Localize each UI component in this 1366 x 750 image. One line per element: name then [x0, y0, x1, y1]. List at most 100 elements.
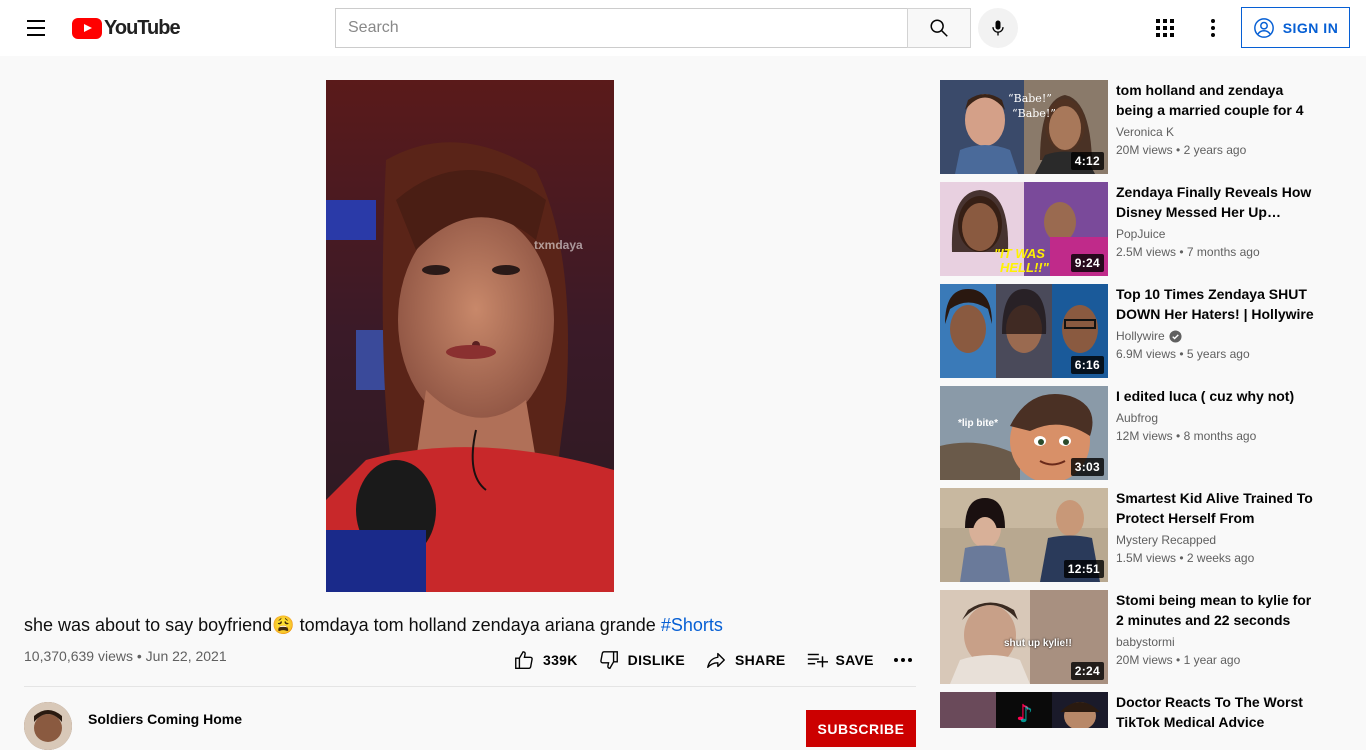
- rec-views: 20M views: [1116, 653, 1173, 667]
- dislike-button[interactable]: DISLIKE: [588, 642, 695, 678]
- thumbnail-caption: "IT WAS: [994, 246, 1045, 261]
- channel-label: PopJuice: [1116, 227, 1166, 241]
- share-button[interactable]: SHARE: [695, 642, 796, 678]
- channel-label: Aubfrog: [1116, 411, 1159, 425]
- rec-views: 20M views: [1116, 143, 1173, 157]
- recommendation-channel[interactable]: Mystery Recapped: [1116, 533, 1216, 547]
- channel-name[interactable]: Soldiers Coming Home: [88, 711, 242, 727]
- rec-age: 8 months ago: [1183, 429, 1257, 443]
- menu-icon[interactable]: [16, 8, 56, 48]
- share-arrow-icon: [707, 652, 725, 669]
- more-horizontal-icon: [893, 658, 912, 662]
- rec-views: 6.9M views: [1116, 347, 1177, 361]
- video-duration: 2:24: [1070, 662, 1104, 680]
- verified-badge-icon: [1169, 329, 1182, 343]
- more-vertical-icon: [1211, 19, 1215, 37]
- more-actions-button[interactable]: [884, 642, 922, 678]
- recommendation-title[interactable]: Top 10 Times Zendaya SHUT DOWN Her Hater…: [1116, 284, 1320, 324]
- youtube-play-icon: [72, 17, 102, 39]
- recommendation-title[interactable]: Doctor Reacts To The Worst TikTok Medica…: [1116, 692, 1320, 732]
- voice-search-button[interactable]: [978, 8, 1018, 48]
- video-duration: 3:03: [1070, 458, 1104, 476]
- svg-text:♪: ♪: [1019, 703, 1033, 728]
- video-frame: [326, 80, 614, 592]
- channel-label: Veronica K: [1116, 125, 1175, 139]
- recommendation-channel[interactable]: Veronica K: [1116, 125, 1174, 139]
- channel-label: Hollywire: [1116, 329, 1165, 343]
- save-button[interactable]: SAVE: [796, 642, 884, 678]
- account-circle-icon: [1253, 17, 1274, 38]
- recommendation-item[interactable]: 12:51 Smartest Kid Alive Trained To Prot…: [940, 488, 1340, 582]
- recommendation-stats: 20M views • 2 years ago: [1116, 143, 1247, 157]
- channel-label: Mystery Recapped: [1116, 533, 1217, 547]
- video-title-text: she was about to say boyfriend😩 tomdaya …: [24, 615, 661, 635]
- rec-age: 5 years ago: [1186, 347, 1250, 361]
- recommendation-channel[interactable]: babystormi: [1116, 635, 1175, 649]
- settings-more-button[interactable]: [1193, 8, 1233, 48]
- apps-grid-icon: [1156, 19, 1174, 37]
- recommendation-thumbnail[interactable]: “Babe!” “Babe!” 4:12: [940, 80, 1108, 174]
- recommendation-channel[interactable]: PopJuice: [1116, 227, 1165, 241]
- video-actions: 339K DISLIKE SHARE SAVE: [503, 642, 922, 678]
- recommendation-item[interactable]: shut up kylie!! 2:24 Stomi being mean to…: [940, 590, 1340, 684]
- like-button[interactable]: 339K: [503, 642, 588, 678]
- subscribe-button[interactable]: SUBSCRIBE: [806, 710, 916, 747]
- thumbnail-caption: shut up kylie!!: [1004, 638, 1072, 649]
- recommendation-thumbnail[interactable]: "IT WAS HELL!!" 9:24: [940, 182, 1108, 276]
- video-title: she was about to say boyfriend😩 tomdaya …: [24, 612, 924, 638]
- youtube-logo[interactable]: YouTube: [72, 16, 181, 40]
- upload-date: Jun 22, 2021: [145, 648, 227, 664]
- video-player[interactable]: txmdaya: [326, 80, 614, 592]
- rec-age: 7 months ago: [1186, 245, 1260, 259]
- recommendation-item[interactable]: 6:16 Top 10 Times Zendaya SHUT DOWN Her …: [940, 284, 1340, 378]
- thumbnail-caption: “Babe!”: [1012, 107, 1056, 120]
- recommendation-thumbnail[interactable]: 12:51: [940, 488, 1108, 582]
- video-duration: 9:24: [1070, 254, 1104, 272]
- video-duration: 4:12: [1070, 152, 1104, 170]
- recommendation-title[interactable]: tom holland and zendaya being a married …: [1116, 80, 1320, 120]
- channel-avatar[interactable]: [24, 702, 72, 750]
- rec-age: 2 weeks ago: [1186, 551, 1255, 565]
- recommendation-title[interactable]: Stomi being mean to kylie for 2 minutes …: [1116, 590, 1320, 630]
- share-label: SHARE: [735, 652, 786, 668]
- save-label: SAVE: [835, 652, 874, 668]
- video-duration: 12:51: [1063, 560, 1104, 578]
- rec-views: 12M views: [1116, 429, 1173, 443]
- video-duration: 6:16: [1070, 356, 1104, 374]
- thumbs-down-icon: [599, 651, 618, 669]
- top-bar: YouTube SIGN IN: [0, 0, 1366, 56]
- search-box: [335, 8, 908, 48]
- recommendation-thumbnail[interactable]: 6:16: [940, 284, 1108, 378]
- recommendation-stats: 2.5M views • 7 months ago: [1116, 245, 1260, 259]
- playlist-add-icon: [807, 653, 828, 668]
- recommendation-channel[interactable]: Hollywire: [1116, 329, 1182, 343]
- recommendation-title[interactable]: I edited luca ( cuz why not): [1116, 386, 1320, 406]
- recommendation-thumbnail[interactable]: *lip bite* 3:03: [940, 386, 1108, 480]
- recommendation-title[interactable]: Zendaya Finally Reveals How Disney Messe…: [1116, 182, 1320, 222]
- search-input[interactable]: [336, 9, 908, 47]
- recommendation-item[interactable]: “Babe!” “Babe!” 4:12 tom holland and zen…: [940, 80, 1340, 174]
- logo-text: YouTube: [104, 16, 181, 39]
- view-count: 10,370,639 views: [24, 648, 133, 664]
- recommendation-thumbnail[interactable]: ♪ ♪: [940, 692, 1108, 728]
- search-button[interactable]: [907, 8, 971, 48]
- sign-in-label: SIGN IN: [1282, 19, 1339, 36]
- search-icon: [930, 19, 948, 37]
- thumbnail-image: ♪ ♪: [940, 692, 1108, 728]
- video-meta: 10,370,639 views • Jun 22, 2021: [24, 648, 227, 664]
- recommendation-stats: 12M views • 8 months ago: [1116, 429, 1257, 443]
- rec-age: 1 year ago: [1183, 653, 1241, 667]
- apps-button[interactable]: [1145, 8, 1185, 48]
- recommendation-thumbnail[interactable]: shut up kylie!! 2:24: [940, 590, 1108, 684]
- sign-in-button[interactable]: SIGN IN: [1241, 7, 1350, 48]
- rec-age: 2 years ago: [1183, 143, 1247, 157]
- hashtag-link[interactable]: #Shorts: [661, 615, 723, 635]
- recommendation-item[interactable]: *lip bite* 3:03 I edited luca ( cuz why …: [940, 386, 1340, 480]
- divider: [24, 686, 916, 687]
- thumbs-up-icon: [515, 651, 533, 669]
- recommendation-item[interactable]: "IT WAS HELL!!" 9:24 Zendaya Finally Rev…: [940, 182, 1340, 276]
- recommendation-channel[interactable]: Aubfrog: [1116, 411, 1158, 425]
- recommendation-title[interactable]: Smartest Kid Alive Trained To Protect He…: [1116, 488, 1320, 528]
- recommendation-stats: 1.5M views • 2 weeks ago: [1116, 551, 1255, 565]
- recommendation-item[interactable]: ♪ ♪ Doctor Reacts To The Worst TikTok Me…: [940, 692, 1340, 730]
